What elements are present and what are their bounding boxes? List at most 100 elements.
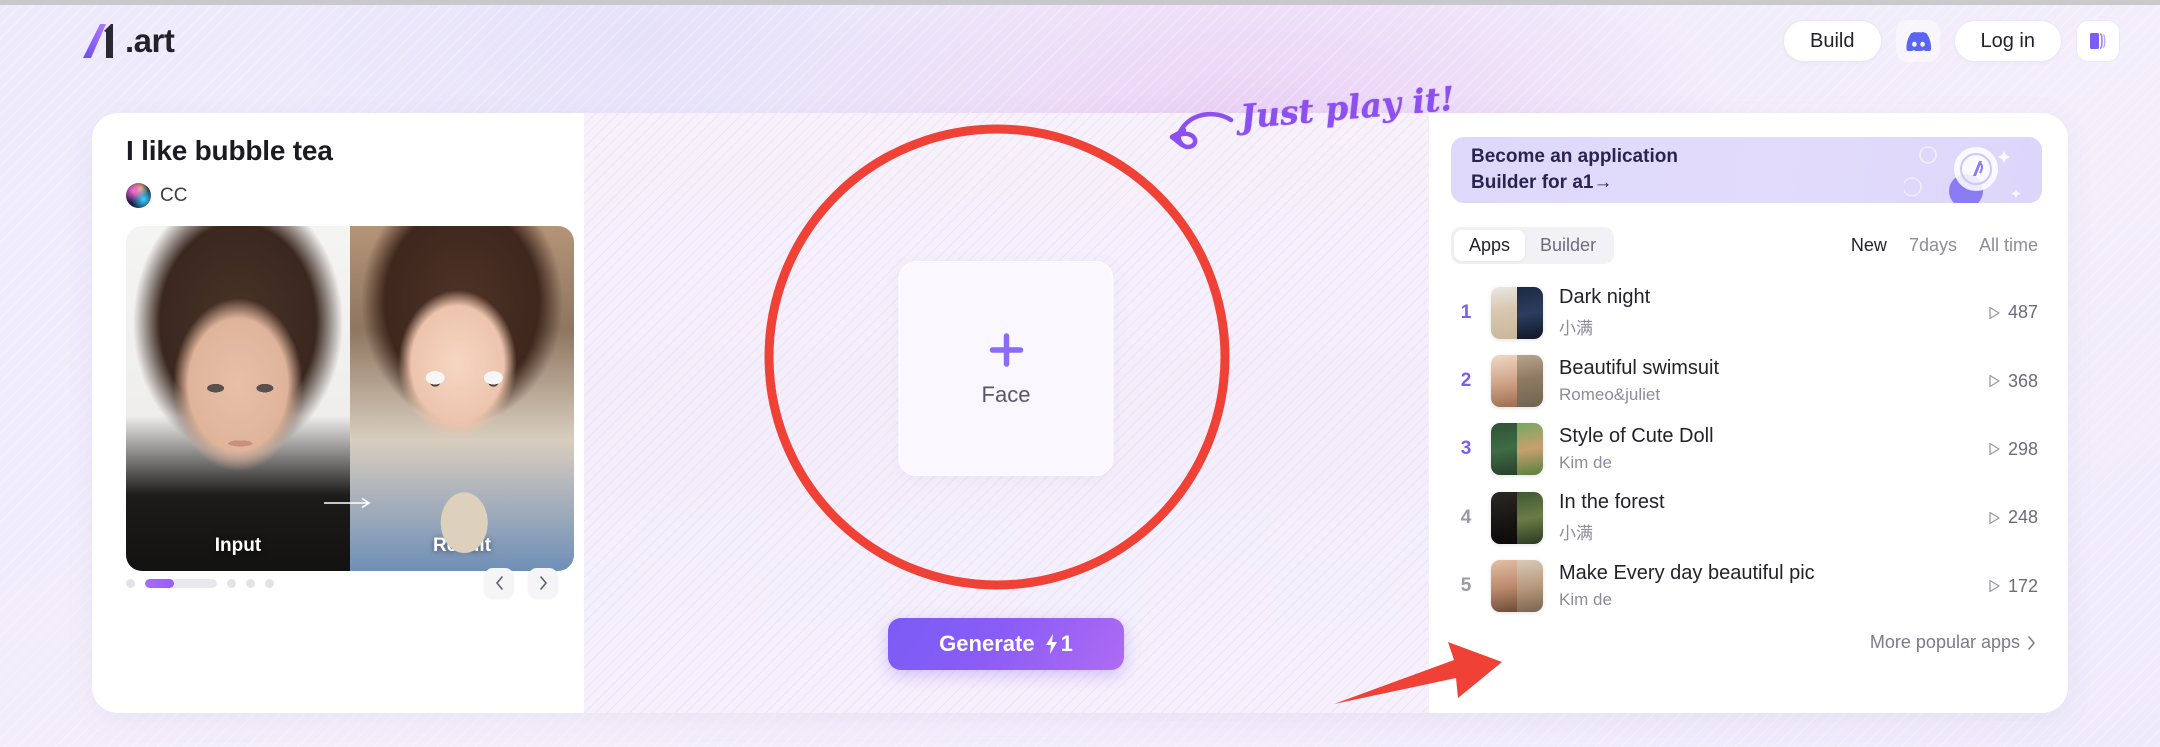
upload-label: Face	[981, 381, 1031, 407]
app-preview-pane: I like bubble tea CC Input Result	[92, 113, 584, 713]
build-button[interactable]: Build	[1783, 20, 1882, 62]
view-count-value: 172	[2007, 575, 2038, 596]
generate-label: Generate	[939, 631, 1035, 656]
a1-logo-icon	[83, 24, 113, 58]
tab-builder[interactable]: Builder	[1525, 230, 1611, 261]
view-count: 172	[1988, 576, 2038, 597]
carousel-dot-active[interactable]	[145, 578, 217, 588]
list-item[interactable]: 3 Style of Cute Doll Kim de 298	[1451, 415, 2042, 483]
generate-credit: 1	[1045, 631, 1073, 657]
list-item[interactable]: 1 Dark night 小满 487	[1451, 278, 2042, 347]
carousel-next-button[interactable]	[528, 568, 558, 598]
app-title: Make Every day beautiful pic	[1559, 562, 1815, 584]
builder-promo-banner[interactable]: Become an application Builder for a1→	[1451, 137, 2042, 203]
rank-number: 4	[1460, 506, 1472, 528]
app-meta: Style of Cute Doll Kim de	[1559, 425, 1972, 473]
generate-credit-value: 1	[1060, 631, 1073, 656]
arrow-right-icon	[324, 497, 371, 508]
more-popular-apps-link[interactable]: More popular apps	[1451, 632, 2042, 653]
list-item[interactable]: 5 Make Every day beautiful pic Kim de 17…	[1451, 552, 2042, 620]
app-thumbnail	[1491, 423, 1543, 475]
tab-apps[interactable]: Apps	[1454, 230, 1526, 261]
app-title: Style of Cute Doll	[1559, 425, 1714, 447]
rank-number: 5	[1460, 575, 1472, 596]
result-label: Result	[432, 535, 492, 556]
view-count: 298	[1988, 439, 2038, 460]
app-author: Kim de	[1559, 590, 1612, 609]
face-upload-dropzone[interactable]: Face	[898, 261, 1114, 476]
logo-text: .art	[125, 22, 175, 59]
rank-number: 3	[1460, 438, 1472, 459]
book-stack-icon[interactable]	[2076, 20, 2120, 62]
carousel-nav	[484, 568, 558, 598]
site-header: .art Build Log in	[0, 5, 2160, 77]
view-count-value: 368	[2007, 370, 2038, 391]
carousel-controls	[126, 568, 558, 598]
view-count-value: 298	[2007, 438, 2038, 459]
carousel-dot[interactable]	[126, 578, 135, 588]
site-logo[interactable]: .art	[80, 20, 175, 62]
generate-button[interactable]: Generate 1	[888, 618, 1124, 670]
more-popular-apps-label: More popular apps	[1869, 632, 2020, 652]
view-count-value: 248	[2007, 507, 2038, 527]
input-image: Input	[126, 226, 350, 571]
app-author: Kim de	[1559, 453, 1612, 472]
chevron-right-icon	[2028, 635, 2035, 650]
avatar	[126, 183, 151, 208]
carousel-dots[interactable]	[126, 578, 274, 588]
page-title: I like bubble tea	[126, 135, 333, 166]
banner-text: Become an application Builder for a1→	[1471, 146, 1678, 193]
sidebar-tabs-row: Apps Builder New 7days All time	[1451, 227, 2042, 264]
sidebar-pane: Become an application Builder for a1→ Ap…	[1428, 113, 2068, 713]
chevron-left-icon	[495, 576, 503, 590]
rank-number: 2	[1460, 370, 1472, 391]
app-thumbnail	[1491, 286, 1543, 339]
filter-all-time[interactable]: All time	[1979, 235, 2038, 256]
carousel-dot[interactable]	[246, 578, 255, 588]
filter-new[interactable]: New	[1851, 235, 1887, 256]
generator-pane: Face Generate 1	[584, 113, 1428, 713]
view-count-value: 487	[2007, 302, 2038, 322]
list-item[interactable]: 2 Beautiful swimsuit Romeo&juliet 368	[1451, 347, 2042, 415]
app-thumbnail	[1491, 560, 1543, 612]
content-type-tabs: Apps Builder	[1451, 227, 1615, 264]
popular-apps-list: 1 Dark night 小满 487 2 Beautiful swimsuit…	[1451, 278, 2042, 620]
header-actions: Build Log in	[1783, 20, 2120, 62]
discord-icon[interactable]	[1895, 20, 1940, 62]
play-triangle-icon	[1989, 374, 2000, 388]
login-button[interactable]: Log in	[1953, 20, 2062, 62]
app-author: 小满	[1559, 319, 1593, 338]
app-author: Romeo&juliet	[1559, 385, 1661, 404]
book-glyph	[2090, 32, 2106, 50]
coin-badge-icon	[1904, 146, 2021, 203]
filter-7days[interactable]: 7days	[1909, 235, 1957, 256]
author-name: CC	[160, 184, 188, 206]
app-meta: Dark night 小满	[1559, 286, 1972, 339]
view-count: 248	[1988, 507, 2038, 528]
carousel-progress	[145, 578, 174, 588]
play-triangle-icon	[1989, 306, 2000, 319]
app-thumbnail	[1491, 491, 1543, 544]
play-triangle-icon	[1989, 579, 2000, 593]
carousel-prev-button[interactable]	[484, 568, 514, 598]
app-meta: Make Every day beautiful pic Kim de	[1559, 562, 1972, 610]
before-after-preview[interactable]: Input Result	[126, 226, 574, 571]
carousel-dot[interactable]	[227, 578, 236, 588]
time-filters: New 7days All time	[1851, 235, 2042, 256]
author-row: CC	[126, 183, 558, 208]
result-image: Result	[350, 226, 574, 571]
app-title: Dark night	[1559, 286, 1651, 308]
lightning-bolt-icon	[1045, 634, 1057, 654]
carousel-dot[interactable]	[265, 578, 274, 588]
app-meta: In the forest 小满	[1559, 491, 1972, 544]
play-triangle-icon	[1989, 511, 2000, 524]
discord-glyph	[1905, 31, 1931, 51]
app-title: In the forest	[1559, 491, 1665, 513]
app-thumbnail	[1491, 355, 1543, 407]
app-meta: Beautiful swimsuit Romeo&juliet	[1559, 357, 1972, 405]
list-item[interactable]: 4 In the forest 小满 248	[1451, 483, 2042, 552]
app-author: 小满	[1559, 524, 1593, 543]
plus-icon	[989, 332, 1023, 367]
view-count: 487	[1988, 302, 2038, 323]
app-title: Beautiful swimsuit	[1559, 357, 1720, 379]
